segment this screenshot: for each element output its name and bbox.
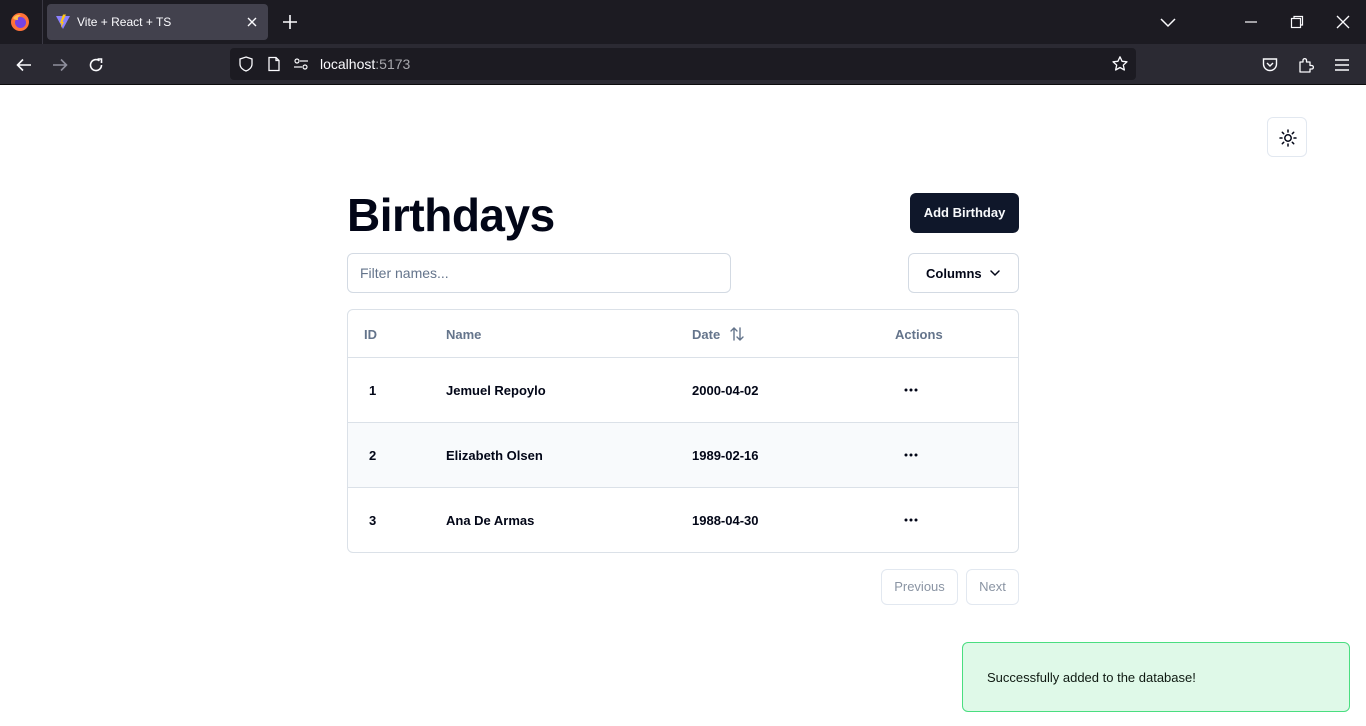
add-birthday-button[interactable]: Add Birthday [910,193,1019,233]
toast-message: Successfully added to the database! [987,670,1196,685]
header-date[interactable]: Date [692,327,720,342]
row-actions-more-icon[interactable] [901,380,921,400]
pocket-icon[interactable] [1261,56,1279,74]
bookmark-star-icon[interactable] [1111,55,1129,73]
birthdays-table: ID Name Date Actions 1 Jemuel Repoylo 20… [347,309,1019,553]
header-id: ID [364,327,377,342]
page-title: Birthdays [347,189,555,241]
table-row: 1 Jemuel Repoylo 2000-04-02 [348,358,1018,423]
cell-name: Elizabeth Olsen [446,448,543,463]
cell-date: 1988-04-30 [692,513,759,528]
url-host: localhost [320,56,376,72]
restore-window-icon[interactable] [1289,14,1305,30]
new-tab-icon[interactable] [281,13,299,31]
extensions-icon[interactable] [1297,56,1315,74]
cell-name: Ana De Armas [446,513,535,528]
reload-icon[interactable] [87,56,105,74]
forward-arrow-icon[interactable] [51,56,69,74]
url-text[interactable]: localhost:5173 [320,56,410,72]
sort-arrows-icon[interactable] [729,326,745,342]
table-row: 3 Ana De Armas 1988-04-30 [348,488,1018,552]
browser-tab[interactable]: Vite + React + TS [47,4,268,40]
list-all-tabs-icon[interactable] [1159,13,1177,31]
close-window-icon[interactable] [1335,14,1351,30]
app-page: Birthdays Add Birthday Columns ID Name D… [0,85,1366,726]
shield-icon[interactable] [238,56,254,72]
table-row: 2 Elizabeth Olsen 1989-02-16 [348,423,1018,488]
cell-date: 2000-04-02 [692,383,759,398]
success-toast[interactable]: Successfully added to the database! [962,642,1350,712]
next-page-button[interactable]: Next [966,569,1019,605]
minimize-icon[interactable] [1243,14,1259,30]
columns-button[interactable]: Columns [908,253,1019,293]
sun-icon [1279,129,1297,147]
browser-nav-bar: localhost:5173 [0,44,1366,85]
columns-button-label: Columns [926,266,982,281]
url-bar[interactable]: localhost:5173 [230,48,1136,80]
chevron-down-icon [988,266,1002,280]
permissions-icon[interactable] [293,56,309,72]
tab-close-icon[interactable] [244,14,260,30]
back-arrow-icon[interactable] [15,56,33,74]
vite-favicon-icon [55,14,71,30]
cell-date: 1989-02-16 [692,448,759,463]
tab-separator [42,0,43,44]
menu-hamburger-icon[interactable] [1333,56,1351,74]
firefox-logo-icon[interactable] [10,12,30,32]
previous-page-button[interactable]: Previous [881,569,958,605]
header-actions: Actions [895,327,943,342]
page-info-icon[interactable] [266,56,282,72]
row-actions-more-icon[interactable] [901,445,921,465]
header-name: Name [446,327,482,342]
cell-id: 1 [369,383,377,398]
theme-toggle-button[interactable] [1267,117,1307,157]
url-port: :5173 [375,56,411,72]
tab-title: Vite + React + TS [77,15,172,29]
table-header-row: ID Name Date Actions [348,310,1018,358]
cell-id: 3 [369,513,377,528]
cell-name: Jemuel Repoylo [446,383,546,398]
browser-tab-bar: Vite + React + TS [0,0,1366,44]
row-actions-more-icon[interactable] [901,510,921,530]
cell-id: 2 [369,448,377,463]
filter-names-input[interactable] [347,253,731,293]
